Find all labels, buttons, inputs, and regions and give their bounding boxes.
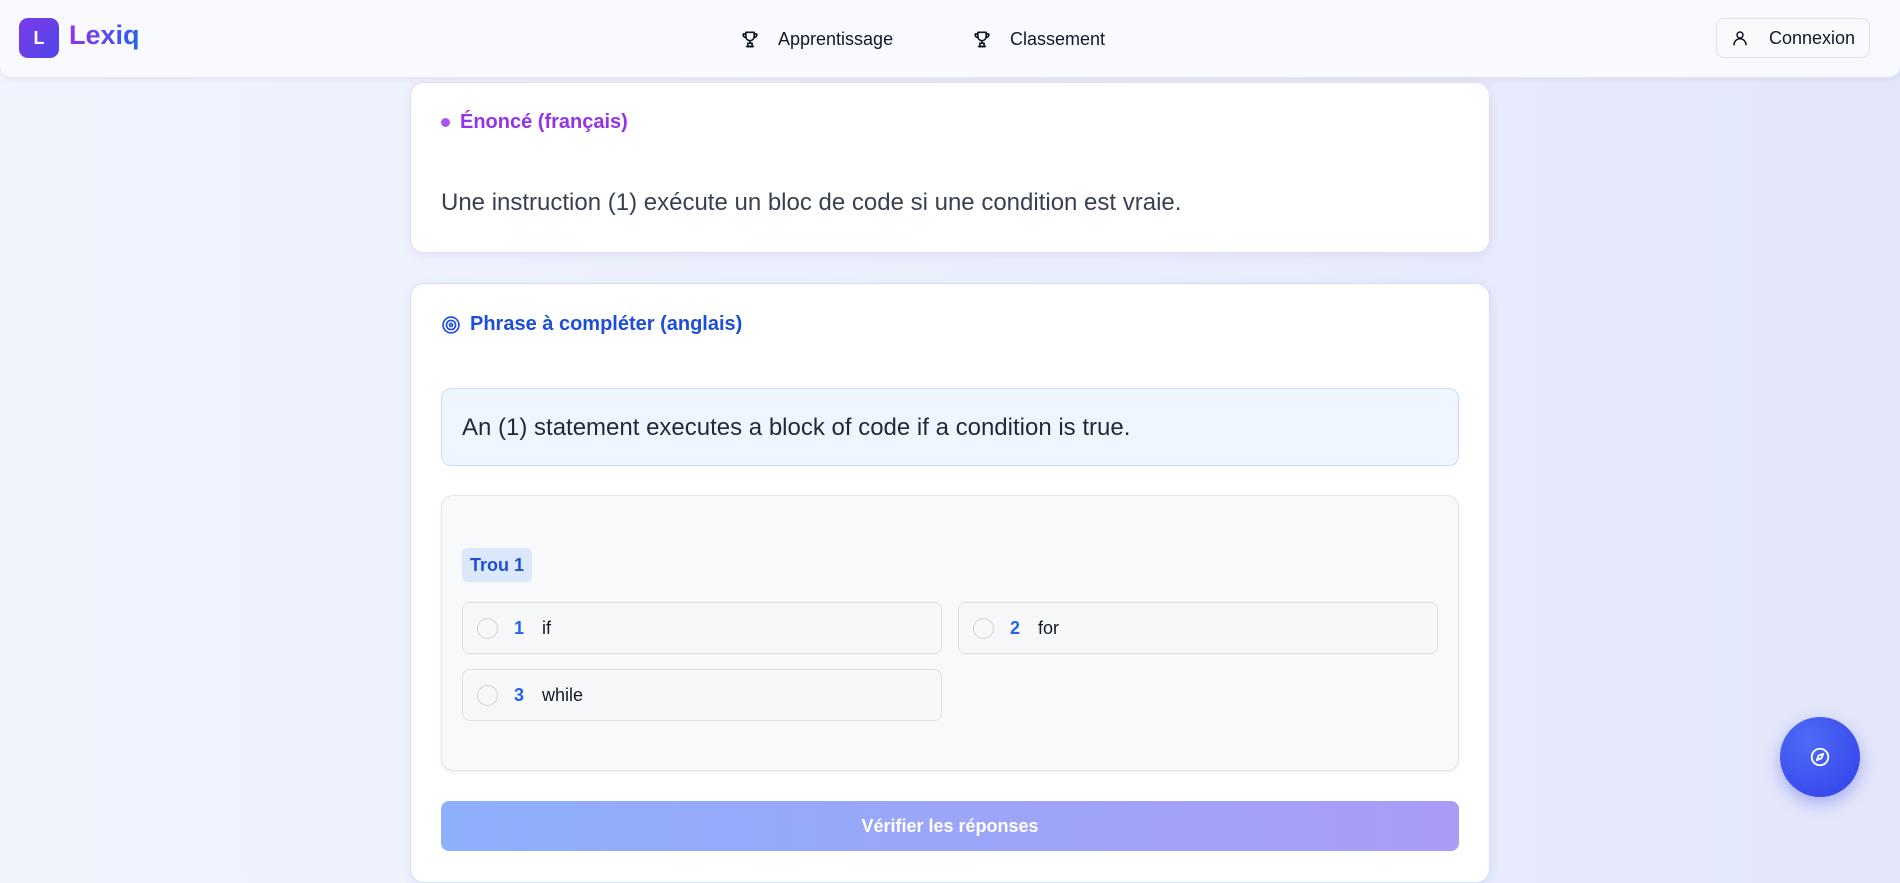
nav-label: Apprentissage <box>778 28 894 49</box>
radio-button[interactable] <box>973 617 994 639</box>
login-label: Connexion <box>1769 27 1856 48</box>
logo-badge[interactable]: L <box>19 18 59 58</box>
radio-button[interactable] <box>477 684 498 706</box>
statement-card: Énoncé (français) Une instruction (1) ex… <box>410 82 1490 253</box>
nav-label: Classement <box>1010 28 1106 49</box>
option-if[interactable]: 1 if <box>462 602 942 654</box>
brand-name[interactable]: Lexiq <box>69 20 140 51</box>
nav-item-classement[interactable]: Classement <box>972 24 1105 54</box>
logo-letter: L <box>33 27 45 48</box>
option-number: 2 <box>1010 617 1021 638</box>
exercise-title-text: Phrase à compléter (anglais) <box>470 313 743 335</box>
exercise-card: Phrase à compléter (anglais) An (1) stat… <box>410 283 1490 883</box>
user-icon <box>1733 31 1747 46</box>
compass-icon <box>1810 747 1830 767</box>
verify-answers-button[interactable]: Vérifier les réponses <box>441 801 1459 851</box>
sentence-box: An (1) statement executes a block of cod… <box>441 388 1459 466</box>
statement-title-text: Énoncé (français) <box>460 111 628 133</box>
statement-text: Une instruction (1) exécute un bloc de c… <box>441 189 1182 216</box>
login-button[interactable]: Connexion <box>1716 18 1870 58</box>
trophy-icon <box>742 31 758 48</box>
exercise-title: Phrase à compléter (anglais) <box>441 313 742 336</box>
target-icon <box>442 315 460 334</box>
radio-button[interactable] <box>477 617 498 639</box>
option-for[interactable]: 2 for <box>958 602 1438 654</box>
option-text: for <box>1038 617 1060 638</box>
statement-title: Énoncé (français) <box>441 111 628 134</box>
trophy-icon <box>974 31 990 48</box>
option-text: if <box>542 617 551 638</box>
option-text: while <box>542 684 584 705</box>
blank-panel: Trou 1 1 if 2 for 3 while <box>441 495 1459 771</box>
top-navbar: L Lexiq Apprentissage Classement Connexi… <box>0 0 1900 78</box>
sentence-text: An (1) statement executes a block of cod… <box>462 414 1131 441</box>
option-while[interactable]: 3 while <box>462 669 942 721</box>
blank-label: Trou 1 <box>462 548 532 582</box>
option-number: 3 <box>514 684 525 705</box>
option-number: 1 <box>514 617 525 638</box>
floating-action-button[interactable] <box>1780 717 1860 797</box>
nav-item-apprentissage[interactable]: Apprentissage <box>740 24 893 54</box>
bullet-dot-icon <box>441 118 450 127</box>
